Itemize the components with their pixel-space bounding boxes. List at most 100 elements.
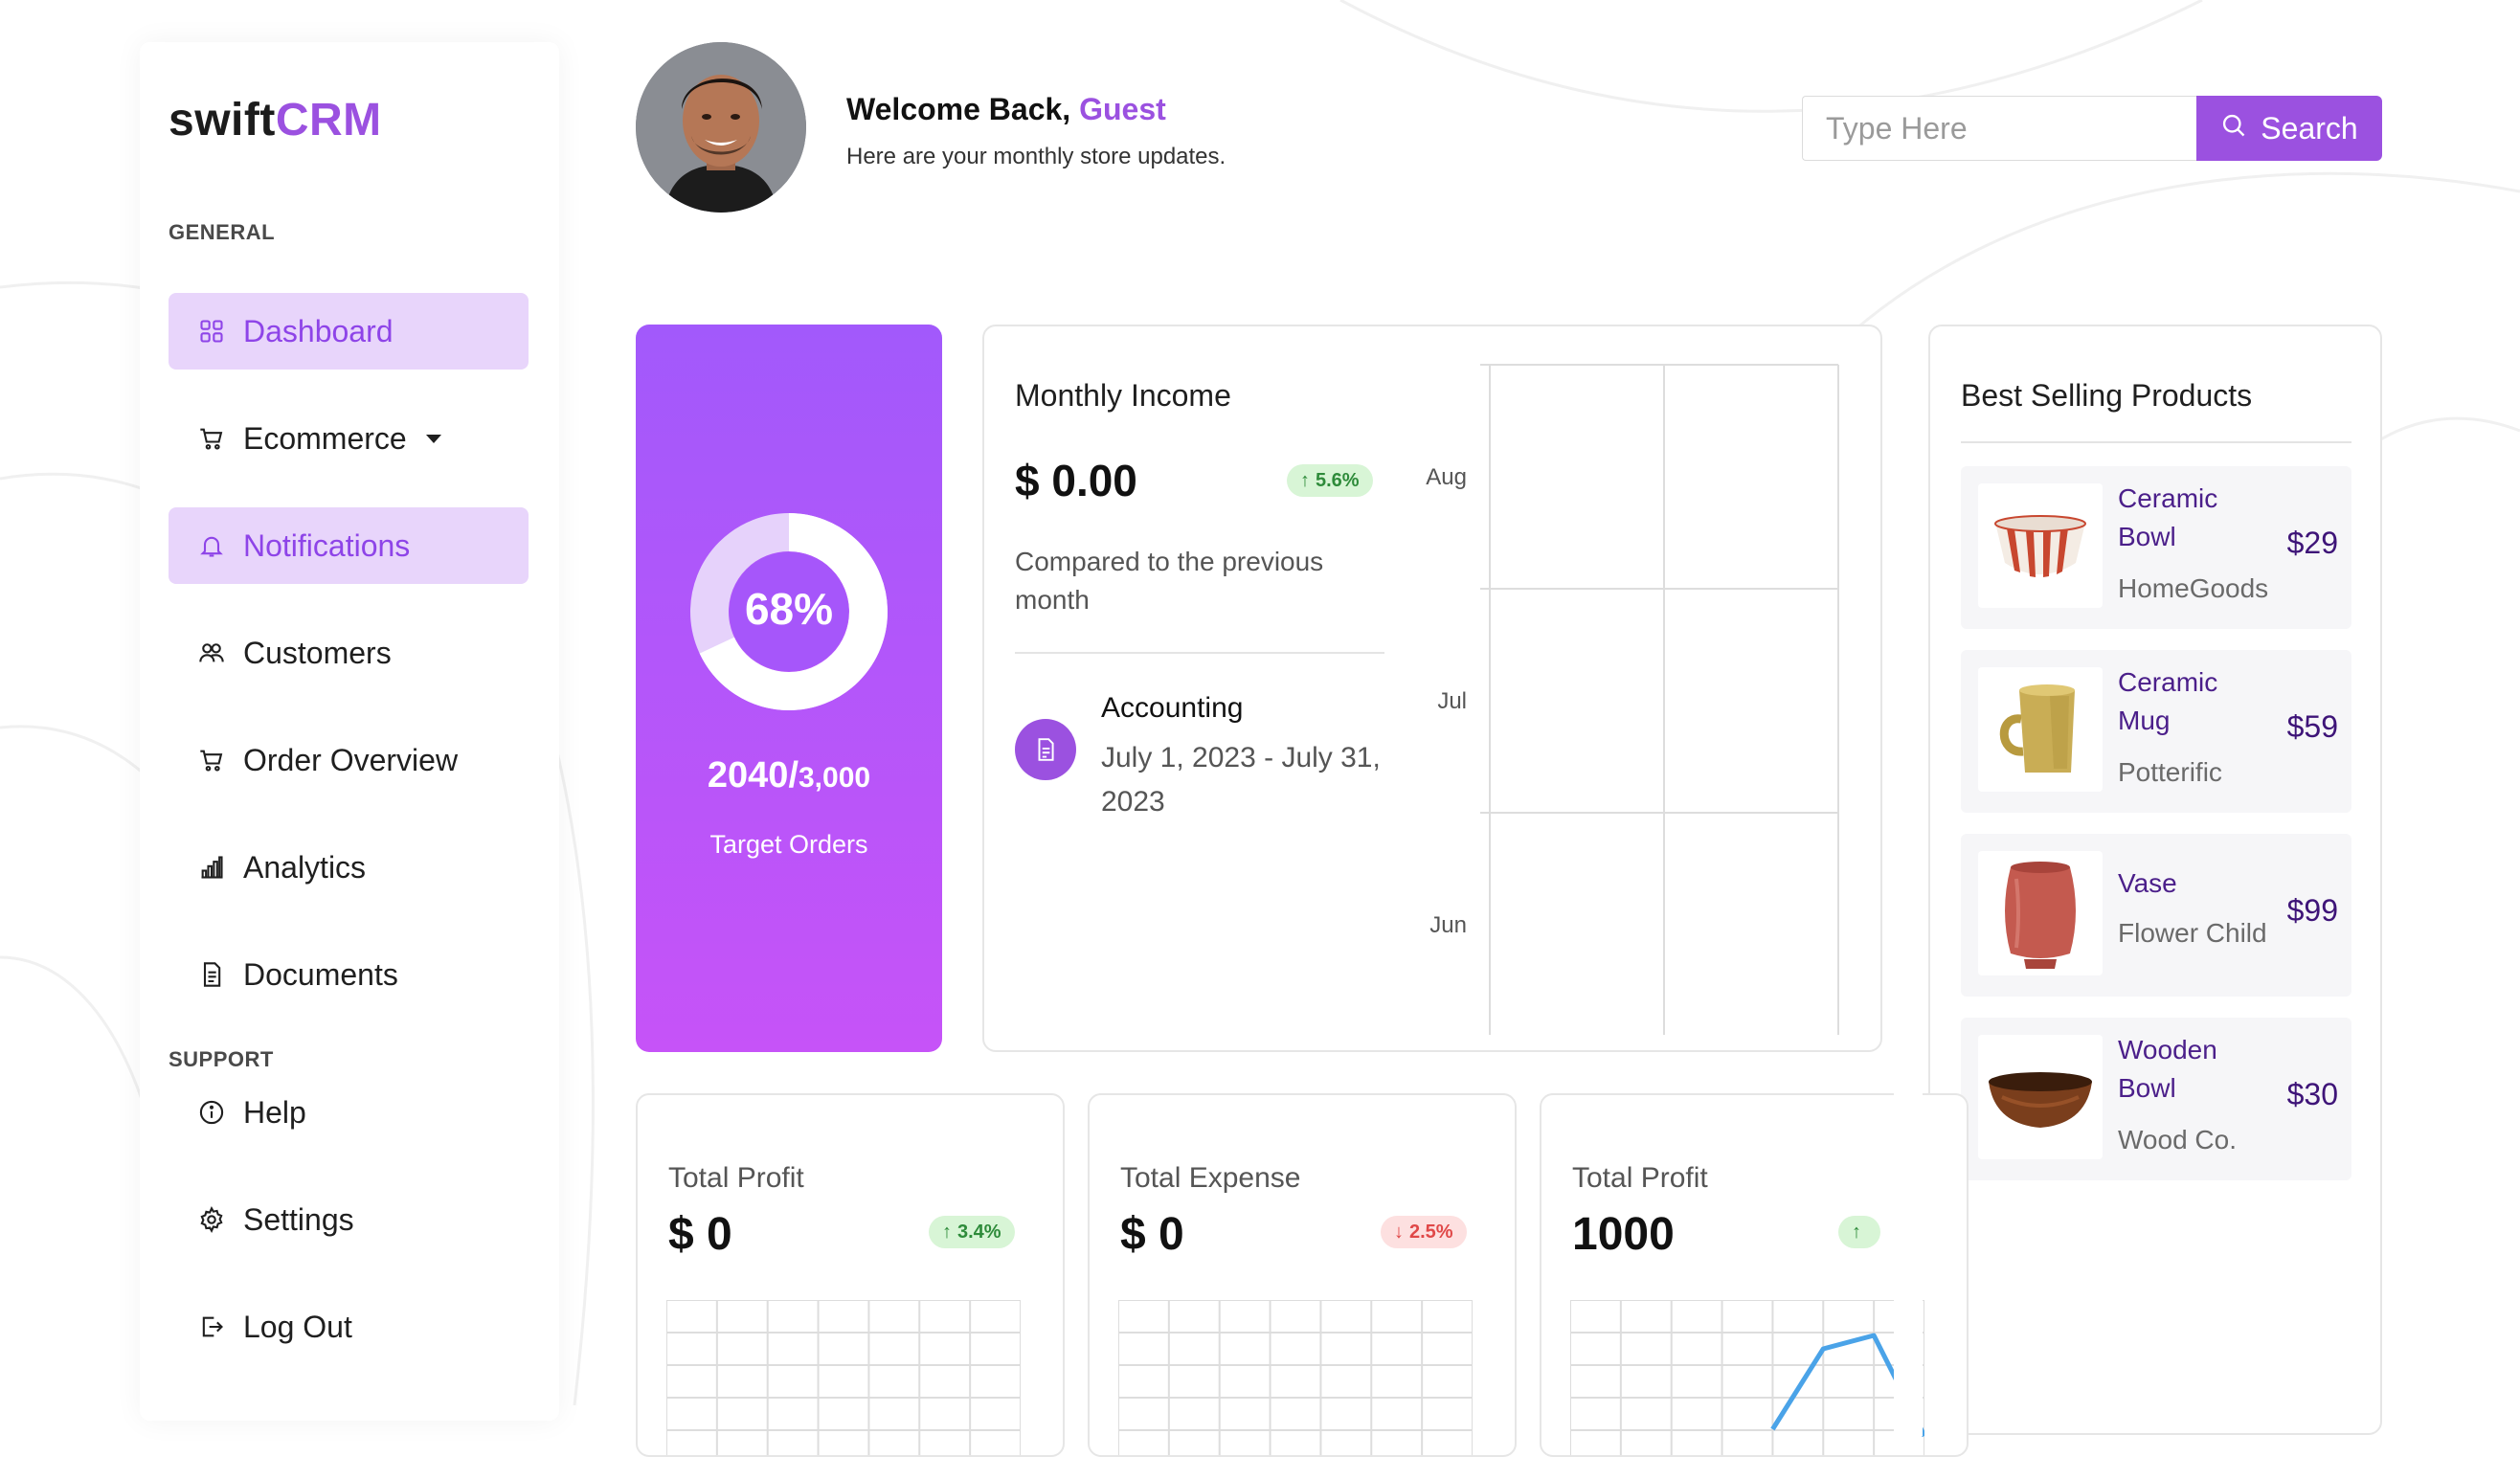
section-label-general: GENERAL (169, 220, 276, 244)
product-image (1978, 483, 2103, 608)
search-icon (2220, 111, 2247, 146)
arrow-down-icon: ↓ (1394, 1221, 1404, 1243)
total-profit-card: Total Profit $ 0 ↑ 3.4% (636, 1093, 1065, 1457)
product-brand: Flower Child (2118, 918, 2267, 948)
y-tick-label: Jun (1429, 912, 1467, 938)
sidebar: swiftCRM GENERAL Dashboard Ecommerce Not… (140, 42, 559, 1421)
app-logo[interactable]: swiftCRM (169, 94, 382, 146)
accounting-icon (1015, 719, 1076, 780)
gear-icon (197, 1205, 226, 1234)
product-brand: Wood Co. (2118, 1125, 2237, 1154)
chevron-down-icon[interactable] (425, 434, 441, 443)
grid-icon (197, 317, 226, 346)
product-name[interactable]: Ceramic Bowl (2118, 480, 2233, 556)
accounting-dates: July 1, 2023 - July 31, 2023 (1101, 742, 1381, 818)
info-icon (197, 1098, 226, 1127)
product-price: $30 (2286, 1077, 2338, 1111)
accounting-title: Accounting (1101, 692, 1244, 724)
sidebar-item-label: Customers (243, 635, 392, 670)
product-image (1978, 667, 2103, 792)
product-price: $59 (2286, 709, 2338, 744)
change-badge: ↓ 2.5% (1381, 1216, 1467, 1248)
sidebar-item-label: Notifications (243, 527, 411, 563)
change-value: 3.4% (957, 1221, 1001, 1243)
overflow-mask (1894, 1053, 1923, 1436)
product-brand: HomeGoods (2118, 573, 2269, 603)
target-orders-card: 68% 2040/3,000 Target Orders (636, 325, 942, 1052)
change-badge: ↑ 3.4% (929, 1216, 1015, 1248)
sidebar-item-logout[interactable]: Log Out (169, 1289, 529, 1365)
product-name[interactable]: Wooden Bowl (2118, 1031, 2233, 1108)
search-bar: Search (1802, 96, 2382, 161)
divider (1961, 441, 2351, 443)
bell-icon (197, 531, 226, 560)
mini-chart (666, 1300, 1021, 1455)
mini-card-title: Total Profit (1572, 1162, 1708, 1194)
product-card[interactable]: Ceramic Bowl HomeGoods $29 (1961, 466, 2351, 629)
sidebar-item-label: Log Out (243, 1309, 352, 1344)
users-icon (197, 639, 226, 667)
cart-icon (197, 746, 226, 774)
welcome-name: Guest (1079, 92, 1166, 126)
best-selling-title: Best Selling Products (1961, 378, 2253, 413)
avatar[interactable] (636, 42, 806, 213)
search-button[interactable]: Search (2196, 96, 2382, 161)
logout-icon (197, 1312, 226, 1341)
change-value: 2.5% (1409, 1221, 1453, 1243)
search-input[interactable] (1802, 96, 2196, 161)
target-label: Target Orders (709, 830, 868, 859)
arrow-up-icon: ↑ (1852, 1221, 1861, 1243)
target-total: 3,000 (799, 762, 871, 794)
product-image (1978, 1035, 2103, 1159)
sidebar-item-label: Dashboard (243, 313, 394, 348)
target-current: 2040/ (707, 755, 799, 796)
sidebar-item-label: Help (243, 1094, 306, 1130)
divider (1015, 652, 1384, 654)
mini-card-value: $ 0 (668, 1209, 732, 1260)
sidebar-item-customers[interactable]: Customers (169, 615, 529, 691)
sidebar-item-notifications[interactable]: Notifications (169, 507, 529, 584)
mini-card-value: $ 0 (1120, 1209, 1184, 1260)
sidebar-item-ecommerce[interactable]: Ecommerce (169, 400, 529, 477)
mini-line-chart (1570, 1300, 1924, 1455)
product-brand: Potterific (2118, 757, 2222, 787)
sidebar-item-settings[interactable]: Settings (169, 1181, 529, 1258)
mini-card-value: 1000 (1572, 1209, 1675, 1260)
arrow-up-icon: ↑ (1300, 469, 1310, 491)
sidebar-item-label: Order Overview (243, 742, 459, 777)
income-change-badge: ↑ 5.6% (1287, 464, 1373, 497)
sidebar-item-label: Analytics (243, 849, 367, 885)
income-title: Monthly Income (1015, 378, 1231, 413)
target-count: 2040/3,000 (636, 755, 942, 796)
logo-text-dark: swift (169, 95, 276, 146)
search-button-label: Search (2261, 110, 2358, 146)
product-card[interactable]: Vase Flower Child $99 (1961, 834, 2351, 997)
best-selling-card: Best Selling Products Ceramic Bowl HomeG… (1928, 325, 2382, 1435)
income-compare-text: Compared to the previous month (1015, 547, 1324, 615)
product-card[interactable]: Ceramic Mug Potterific $59 (1961, 650, 2351, 813)
income-value: $ 0.00 (1015, 456, 1137, 505)
sidebar-item-label: Ecommerce (243, 420, 407, 456)
progress-ring: 68% (690, 513, 888, 710)
y-tick-label: Jul (1437, 688, 1467, 714)
y-tick-label: Aug (1426, 464, 1467, 490)
section-label-support: SUPPORT (169, 1047, 274, 1071)
sidebar-item-order-overview[interactable]: Order Overview (169, 722, 529, 798)
mini-card-title: Total Profit (668, 1162, 804, 1194)
sidebar-item-documents[interactable]: Documents (169, 936, 529, 1013)
logo-text-accent: CRM (275, 95, 382, 146)
welcome-subtitle: Here are your monthly store updates. (846, 144, 1226, 169)
mini-card-title: Total Expense (1120, 1162, 1301, 1194)
welcome-heading: Welcome Back, Guest (846, 92, 1166, 127)
product-name[interactable]: Vase (2118, 864, 2233, 903)
sidebar-item-help[interactable]: Help (169, 1074, 529, 1151)
income-bar-chart: 00.51AugJulJun (1426, 364, 1839, 1035)
sidebar-item-dashboard[interactable]: Dashboard (169, 293, 529, 370)
progress-percent: 68% (745, 584, 833, 634)
total-expense-card: Total Expense $ 0 ↓ 2.5% (1088, 1093, 1517, 1457)
document-icon (197, 960, 226, 989)
product-name[interactable]: Ceramic Mug (2118, 663, 2233, 740)
product-card[interactable]: Wooden Bowl Wood Co. $30 (1961, 1018, 2351, 1180)
sidebar-item-analytics[interactable]: Analytics (169, 829, 529, 906)
monthly-income-card: Monthly Income $ 0.00 ↑ 5.6% Compared to… (982, 325, 1882, 1052)
